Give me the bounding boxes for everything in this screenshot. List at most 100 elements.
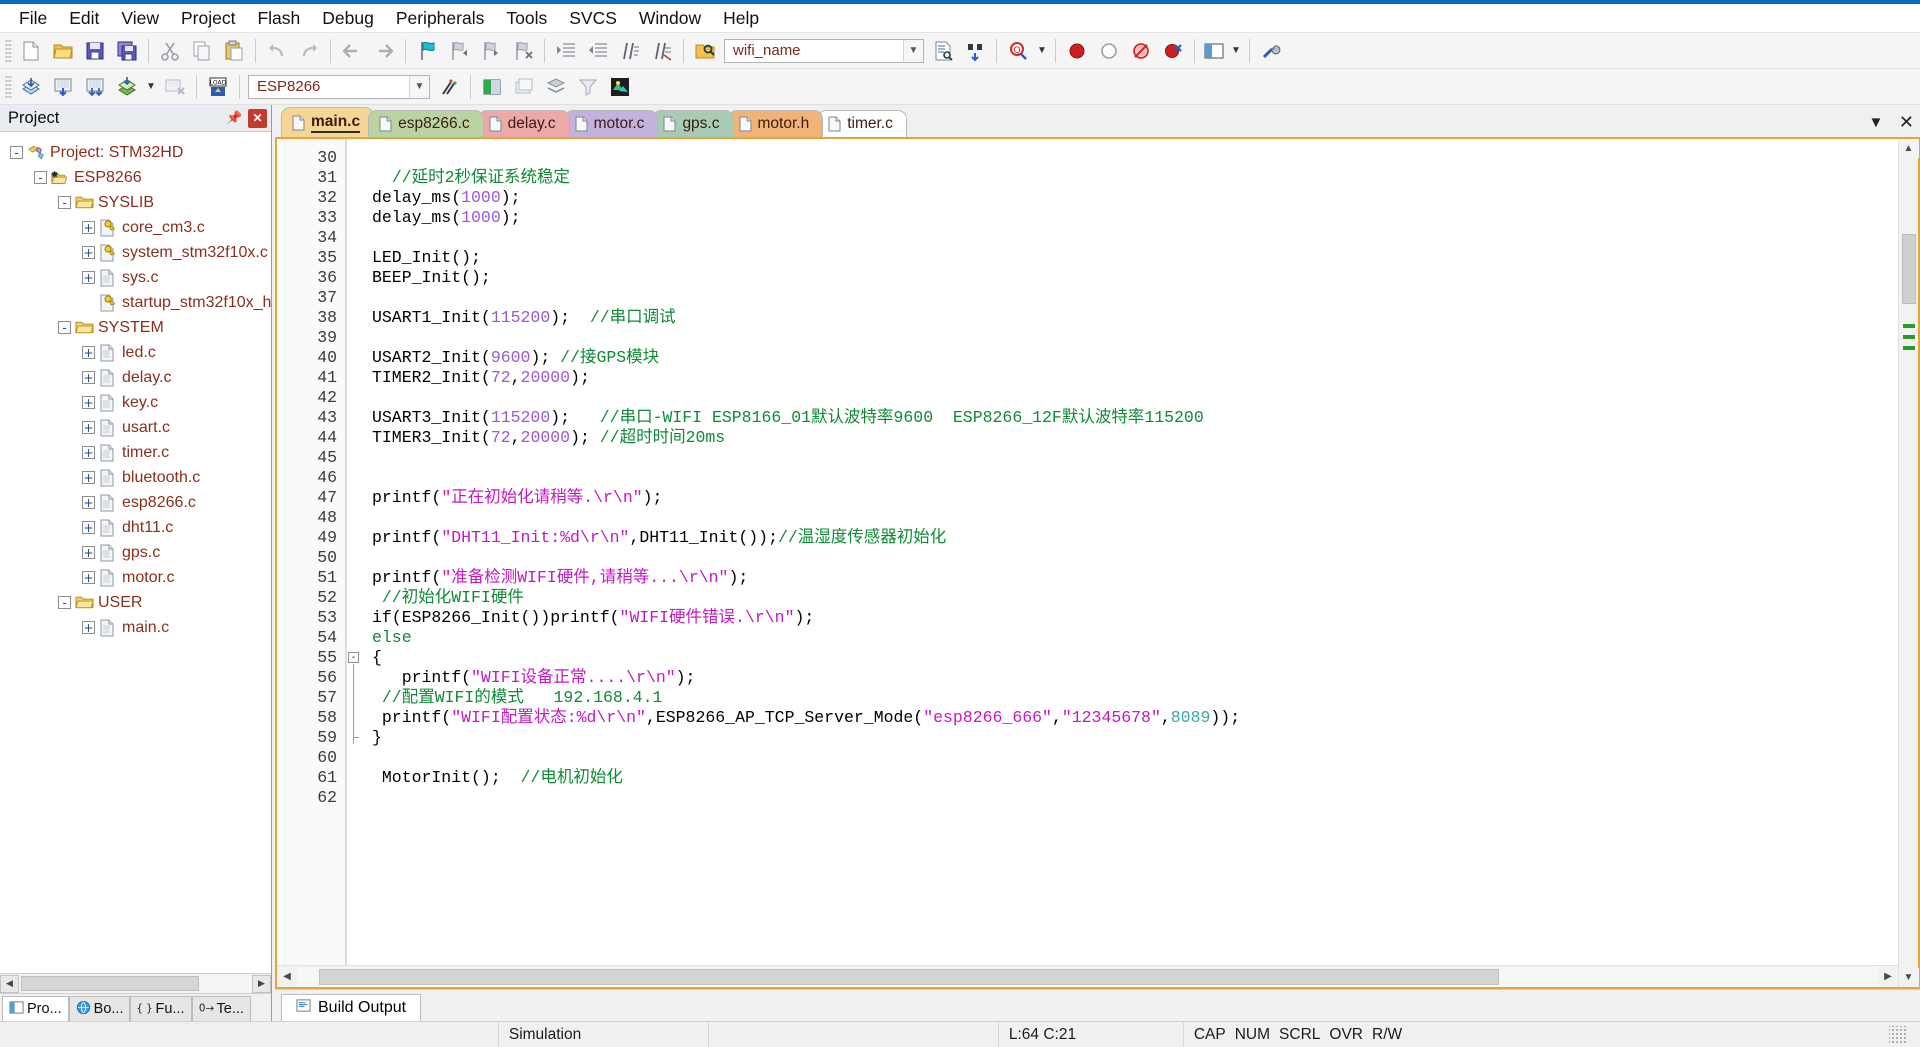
window-layout-button[interactable] xyxy=(1201,36,1227,66)
editor-tab-main-c[interactable]: main.c xyxy=(281,107,374,137)
batch-build-button[interactable] xyxy=(112,72,142,102)
tree-collapse-icon[interactable]: - xyxy=(58,196,71,209)
tree-item-project-stm32hd[interactable]: -Project: STM32HD xyxy=(0,140,271,165)
code-line[interactable]: LED_Init(); xyxy=(372,248,1898,268)
tree-item-syslib[interactable]: -SYSLIB xyxy=(0,190,271,215)
pin-icon[interactable]: 📌 xyxy=(225,109,244,128)
filter-button[interactable] xyxy=(573,72,603,102)
kill-all-breakpoints-button[interactable] xyxy=(1158,36,1188,66)
tree-item-dht11-c[interactable]: +dht11.c xyxy=(0,515,271,540)
panel-tab-pro[interactable]: Pro... xyxy=(2,996,69,1021)
tree-expand-icon[interactable]: + xyxy=(82,246,95,259)
tree-expand-icon[interactable]: + xyxy=(82,571,95,584)
editor-hscrollbar[interactable]: ◀ ▶ xyxy=(277,965,1898,987)
multi-project-button[interactable] xyxy=(541,72,571,102)
tree-expand-icon[interactable]: + xyxy=(82,621,95,634)
scroll-right-icon[interactable]: ▶ xyxy=(1878,967,1898,987)
zoom-dropdown-arrow[interactable]: ▼ xyxy=(1035,36,1049,66)
code-line[interactable] xyxy=(372,448,1898,468)
code-line[interactable] xyxy=(372,508,1898,528)
uncomment-button[interactable] xyxy=(647,36,677,66)
vscroll-thumb[interactable] xyxy=(1902,234,1916,304)
code-folding-column[interactable]: - xyxy=(347,139,362,965)
menu-item-window[interactable]: Window xyxy=(628,5,712,32)
code-line[interactable]: //初始化WIFI硬件 xyxy=(372,588,1898,608)
tree-item-sys-c[interactable]: +sys.c xyxy=(0,265,271,290)
menu-item-edit[interactable]: Edit xyxy=(58,5,110,32)
toolbar-grip[interactable] xyxy=(5,39,12,63)
tree-item-timer-c[interactable]: +timer.c xyxy=(0,440,271,465)
scroll-left-icon[interactable]: ◀ xyxy=(0,975,19,993)
bookmark-clear-button[interactable] xyxy=(508,36,538,66)
project-tree-hscrollbar[interactable]: ◀ ▶ xyxy=(0,973,271,993)
chevron-down-icon[interactable]: ▼ xyxy=(1867,114,1885,131)
code-line[interactable] xyxy=(372,388,1898,408)
code-line[interactable] xyxy=(372,548,1898,568)
find-in-files-panel-button[interactable] xyxy=(928,36,958,66)
panel-tab-te[interactable]: 0→Te... xyxy=(192,996,251,1021)
project-tree[interactable]: -Project: STM32HD-ESP8266-SYSLIB+core_cm… xyxy=(0,132,271,973)
pack-installer-button[interactable] xyxy=(605,72,635,102)
navigate-back-button[interactable] xyxy=(337,36,367,66)
tree-item-system[interactable]: -SYSTEM xyxy=(0,315,271,340)
code-line[interactable] xyxy=(372,748,1898,768)
menu-item-peripherals[interactable]: Peripherals xyxy=(385,5,496,32)
copy-button[interactable] xyxy=(187,36,217,66)
target-combo[interactable]: ESP8266 ▼ xyxy=(248,75,430,99)
editor-tab-esp8266-c[interactable]: esp8266.c xyxy=(368,110,484,137)
editor-tab-delay-c[interactable]: delay.c xyxy=(478,110,570,137)
stop-build-button[interactable] xyxy=(160,72,190,102)
scroll-right-icon[interactable]: ▶ xyxy=(252,975,271,993)
manage-project-items-button[interactable] xyxy=(477,72,507,102)
new-file-button[interactable] xyxy=(16,36,46,66)
panel-tab-bo[interactable]: Bo... xyxy=(69,996,131,1021)
bookmark-prev-button[interactable] xyxy=(444,36,474,66)
disable-breakpoint-button[interactable] xyxy=(1094,36,1124,66)
tree-item-bluetooth-c[interactable]: +bluetooth.c xyxy=(0,465,271,490)
menu-item-help[interactable]: Help xyxy=(712,5,770,32)
tree-item-esp8266[interactable]: -ESP8266 xyxy=(0,165,271,190)
download-to-flash-button[interactable]: LOAD xyxy=(203,72,233,102)
find-in-files-button[interactable] xyxy=(690,36,720,66)
editor-tab-gps-c[interactable]: gps.c xyxy=(652,110,733,137)
code-line[interactable]: //配置WIFI的模式 192.168.4.1 xyxy=(372,688,1898,708)
tree-item-key-c[interactable]: +key.c xyxy=(0,390,271,415)
code-line[interactable]: TIMER3_Init(72,20000); //超时时间20ms xyxy=(372,428,1898,448)
code-line[interactable]: else xyxy=(372,628,1898,648)
panel-tab-fu[interactable]: { }Fu... xyxy=(130,996,191,1021)
fold-collapse-icon[interactable]: - xyxy=(348,652,359,663)
close-icon[interactable]: ✕ xyxy=(1899,112,1914,133)
code-line[interactable] xyxy=(372,288,1898,308)
code-line[interactable]: TIMER2_Init(72,20000); xyxy=(372,368,1898,388)
chevron-down-icon[interactable]: ▼ xyxy=(903,40,923,62)
open-file-button[interactable] xyxy=(48,36,78,66)
save-button[interactable] xyxy=(80,36,110,66)
find-next-button[interactable] xyxy=(960,36,990,66)
target-options-button[interactable] xyxy=(434,72,464,102)
build-target-button[interactable] xyxy=(48,72,78,102)
code-line[interactable]: printf("WIFI配置状态:%d\r\n",ESP8266_AP_TCP_… xyxy=(372,708,1898,728)
paste-button[interactable] xyxy=(219,36,249,66)
tree-expand-icon[interactable]: + xyxy=(82,471,95,484)
code-line[interactable]: { xyxy=(372,648,1898,668)
code-line[interactable]: printf("DHT11_Init:%d\r\n",DHT11_Init())… xyxy=(372,528,1898,548)
tree-item-usart-c[interactable]: +usart.c xyxy=(0,415,271,440)
code-line[interactable] xyxy=(372,228,1898,248)
rebuild-all-button[interactable] xyxy=(80,72,110,102)
find-input-value[interactable]: wifi_name xyxy=(725,42,809,59)
code-line[interactable] xyxy=(372,328,1898,348)
resize-grip-icon[interactable] xyxy=(1889,1026,1907,1044)
tree-collapse-icon[interactable]: - xyxy=(34,171,47,184)
menu-item-project[interactable]: Project xyxy=(170,5,246,32)
tree-item-main-c[interactable]: +main.c xyxy=(0,615,271,640)
batch-build-dropdown-arrow[interactable]: ▼ xyxy=(144,72,158,102)
comment-button[interactable] xyxy=(615,36,645,66)
menu-item-debug[interactable]: Debug xyxy=(311,5,385,32)
tree-item-startup-stm32f10x-hd-s[interactable]: startup_stm32f10x_hd.s xyxy=(0,290,271,315)
tree-item-motor-c[interactable]: +motor.c xyxy=(0,565,271,590)
tree-item-delay-c[interactable]: +delay.c xyxy=(0,365,271,390)
tree-collapse-icon[interactable]: - xyxy=(58,596,71,609)
code-line[interactable]: delay_ms(1000); xyxy=(372,208,1898,228)
code-view[interactable]: 3031323334353637383940414243444546474849… xyxy=(277,139,1898,965)
tree-expand-icon[interactable]: + xyxy=(82,396,95,409)
